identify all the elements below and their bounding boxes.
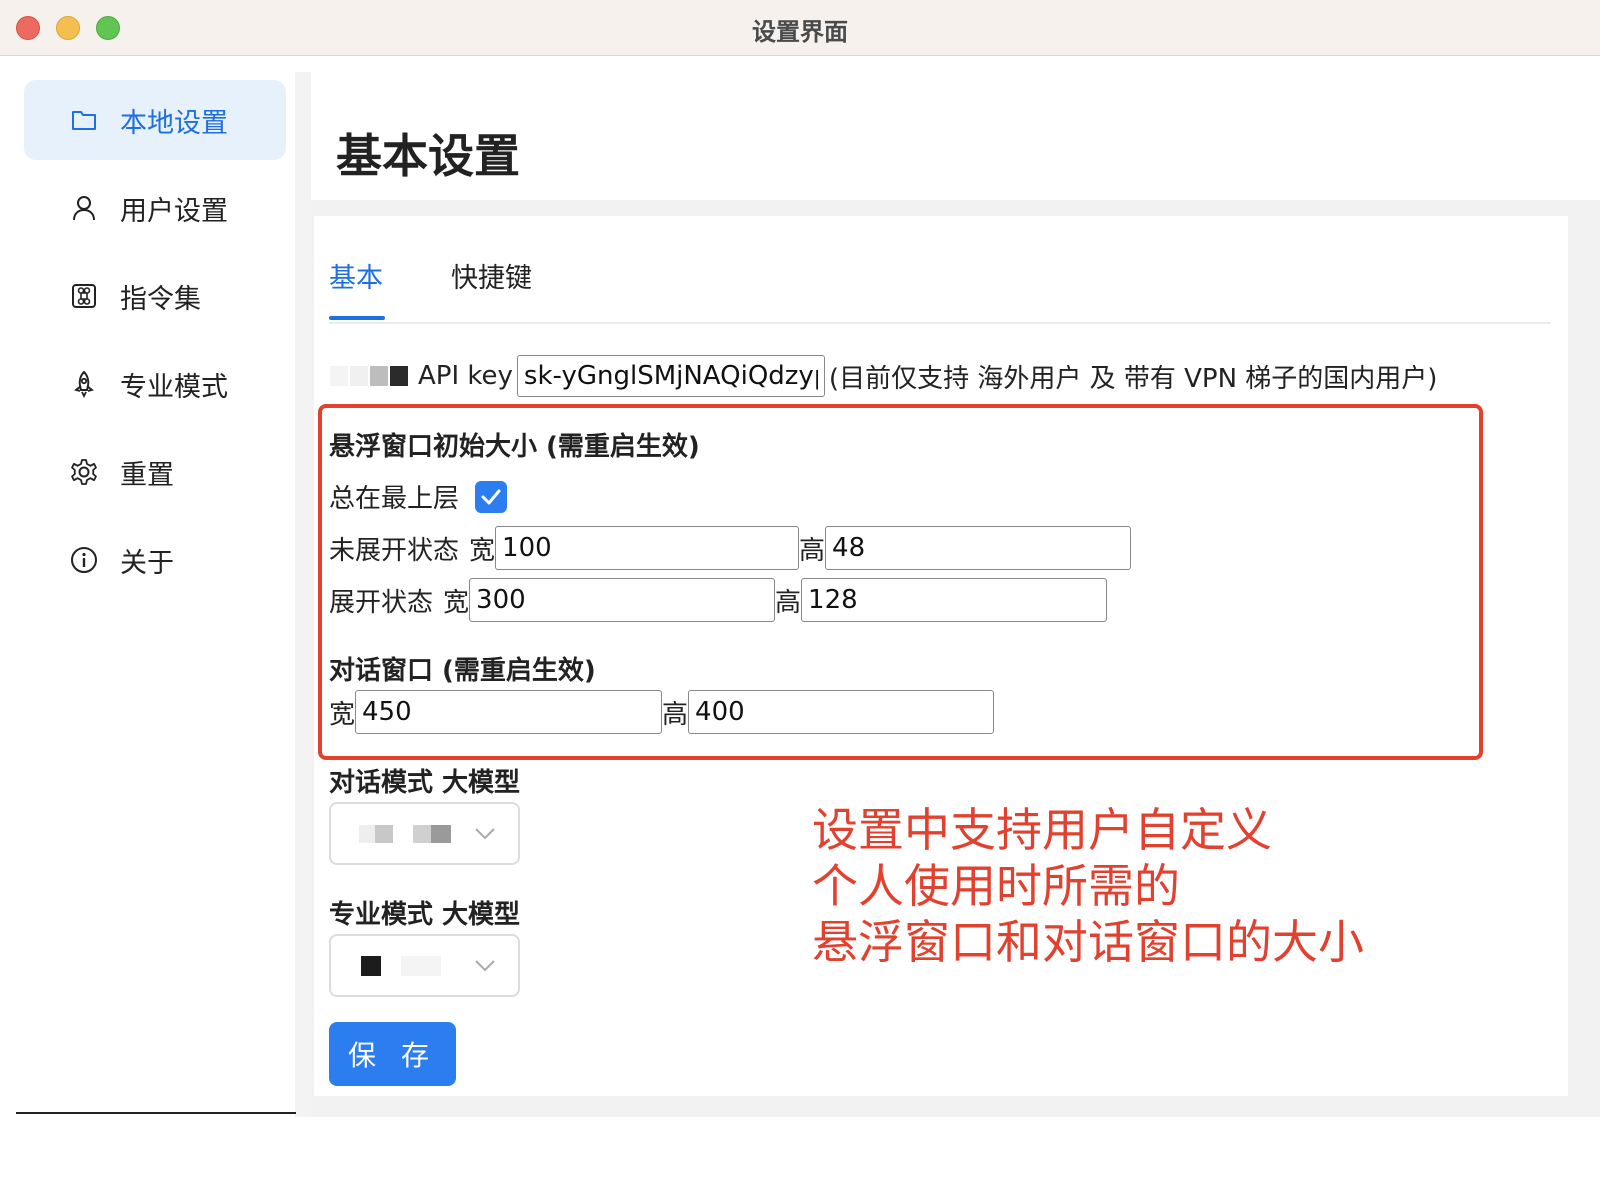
active-tab-indicator <box>329 316 385 320</box>
sidebar-item-user-settings[interactable]: 用户设置 <box>24 168 286 248</box>
tab-basic[interactable]: 基本 <box>329 256 383 295</box>
dialog-window-title: 对话窗口 (需重启生效) <box>329 656 596 686</box>
chevron-down-icon <box>475 959 495 971</box>
folder-icon <box>70 106 98 134</box>
float-window-title: 悬浮窗口初始大小 (需重启生效) <box>329 432 700 462</box>
collapsed-width-input[interactable] <box>495 526 800 570</box>
annotation-line: 设置中支持用户自定义 <box>812 803 1272 857</box>
sidebar-item-pro-mode[interactable]: 专业模式 <box>24 344 286 424</box>
chat-model-label: 对话模式 大模型 <box>329 768 521 798</box>
always-on-top-label: 总在最上层 <box>329 484 460 514</box>
api-key-note: (目前仅支持 海外用户 及 带有 VPN 梯子的国内用户) <box>828 363 1438 394</box>
sidebar-item-label: 重置 <box>120 459 174 491</box>
expanded-state-label: 展开状态 <box>329 587 434 618</box>
sidebar-item-label: 指令集 <box>120 283 201 315</box>
expanded-width-label: 宽 <box>443 587 470 618</box>
expanded-size-row: 展开状态 宽 高 <box>329 578 1108 622</box>
sidebar-item-label: 本地设置 <box>120 107 228 139</box>
sidebar-bottom-line <box>16 1112 296 1114</box>
command-icon <box>70 282 98 310</box>
user-icon <box>70 194 98 222</box>
save-button[interactable]: 保 存 <box>329 1022 456 1086</box>
collapsed-size-row: 未展开状态 宽 高 <box>329 526 1132 570</box>
pro-model-label: 专业模式 大模型 <box>329 900 521 930</box>
sidebar-item-label: 专业模式 <box>120 371 228 403</box>
expanded-height-label: 高 <box>775 587 802 618</box>
sidebar-item-local-settings[interactable]: 本地设置 <box>24 80 286 160</box>
expanded-width-input[interactable] <box>469 578 776 622</box>
sidebar-item-label: 用户设置 <box>120 195 228 227</box>
title-bar: 设置界面 <box>0 0 1600 56</box>
dialog-height-input[interactable] <box>688 690 995 734</box>
always-on-top-row: 总在最上层 <box>329 478 508 515</box>
annotation-line: 个人使用时所需的 <box>812 859 1180 913</box>
sidebar-item-about[interactable]: 关于 <box>24 520 286 600</box>
api-key-input[interactable] <box>516 355 825 397</box>
check-icon <box>481 489 501 504</box>
sidebar-divider <box>295 72 311 1117</box>
info-icon <box>70 546 98 574</box>
collapsed-height-label: 高 <box>799 535 826 566</box>
dialog-width-input[interactable] <box>355 690 663 734</box>
chevron-down-icon <box>475 827 495 839</box>
redacted-model-name <box>359 824 451 843</box>
annotation-line: 悬浮窗口和对话窗口的大小 <box>812 915 1364 969</box>
dialog-size-row: 宽 高 <box>329 690 995 734</box>
page-title: 基本设置 <box>336 129 520 183</box>
sidebar-item-reset[interactable]: 重置 <box>24 432 286 512</box>
collapsed-height-input[interactable] <box>825 526 1132 570</box>
pro-model-select[interactable] <box>329 934 520 997</box>
collapsed-state-label: 未展开状态 <box>329 535 460 566</box>
dialog-height-label: 高 <box>662 699 689 730</box>
redacted-model-name <box>361 955 441 976</box>
api-key-label: API key <box>418 361 513 391</box>
sidebar-item-label: 关于 <box>120 547 174 579</box>
dialog-width-label: 宽 <box>329 699 356 730</box>
annotation-text: 设置中支持用户自定义 个人使用时所需的 悬浮窗口和对话窗口的大小 <box>812 802 1364 970</box>
window-title: 设置界面 <box>752 18 848 46</box>
api-key-row: API key (目前仅支持 海外用户 及 带有 VPN 梯子的国内用户) <box>330 355 1437 397</box>
chat-model-select[interactable] <box>329 802 520 865</box>
rocket-icon <box>70 370 98 398</box>
tab-shortcuts[interactable]: 快捷键 <box>451 256 532 295</box>
expanded-height-input[interactable] <box>801 578 1108 622</box>
collapsed-width-label: 宽 <box>469 535 496 566</box>
redacted-logo <box>330 366 408 386</box>
gear-icon <box>70 458 98 486</box>
sidebar-item-commands[interactable]: 指令集 <box>24 256 286 336</box>
tab-bar: 基本 快捷键 <box>329 250 1551 324</box>
always-on-top-checkbox[interactable] <box>475 480 508 513</box>
